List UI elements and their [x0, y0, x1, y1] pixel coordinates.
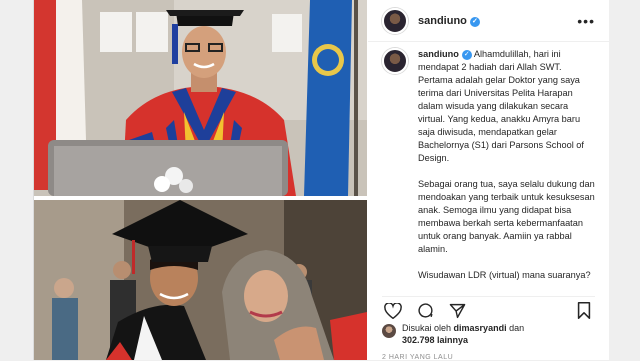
comment-icon[interactable]	[414, 302, 436, 320]
caption-comment: sandiuno ✓ Alhamdulillah, hari ini mendap…	[382, 48, 595, 282]
likes-prefix: Disukai oleh	[402, 323, 452, 333]
username-text[interactable]: sandiuno	[418, 15, 467, 27]
header-username[interactable]: sandiuno ✓	[418, 15, 480, 27]
verified-badge-icon: ✓	[469, 16, 480, 27]
more-options-icon[interactable]: •••	[577, 13, 595, 29]
photo-doctoral-graduation	[34, 0, 367, 196]
caption-text: sandiuno ✓ Alhamdulillah, hari ini mendap…	[418, 48, 595, 282]
heart-icon[interactable]	[382, 302, 404, 320]
instagram-post-modal: sandiuno ✓ ••• sandiuno ✓ Alhamdulillah, h…	[33, 0, 609, 361]
likes-count-link[interactable]: 302.798 lainnya	[402, 335, 468, 345]
share-icon[interactable]	[446, 302, 468, 320]
caption-verified-badge-icon: ✓	[461, 50, 472, 60]
photo-divider	[34, 196, 367, 200]
avatar[interactable]	[382, 7, 408, 34]
caption-area: sandiuno ✓ Alhamdulillah, hari ini mendap…	[368, 42, 609, 290]
post-sidebar: sandiuno ✓ ••• sandiuno ✓ Alhamdulillah, h…	[368, 0, 609, 361]
caption-avatar[interactable]	[382, 48, 408, 74]
photo-bachelor-graduation	[34, 200, 367, 360]
caption-body: Alhamdulillah, hari ini mendapat 2 hadia…	[418, 49, 595, 280]
post-header: sandiuno ✓ •••	[368, 0, 609, 42]
liker-avatar[interactable]	[382, 324, 396, 338]
likes-row: Disukai oleh dimasryandi dan 302.798 lai…	[382, 322, 599, 346]
likes-user-link[interactable]: dimasryandi	[454, 323, 507, 333]
caption-username[interactable]: sandiuno	[418, 49, 459, 59]
likes-and: dan	[509, 323, 525, 333]
bookmark-icon[interactable]	[573, 302, 595, 320]
post-media[interactable]	[34, 0, 367, 360]
action-bar	[382, 296, 595, 320]
likes-text: Disukai oleh dimasryandi dan 302.798 lai…	[402, 322, 524, 346]
